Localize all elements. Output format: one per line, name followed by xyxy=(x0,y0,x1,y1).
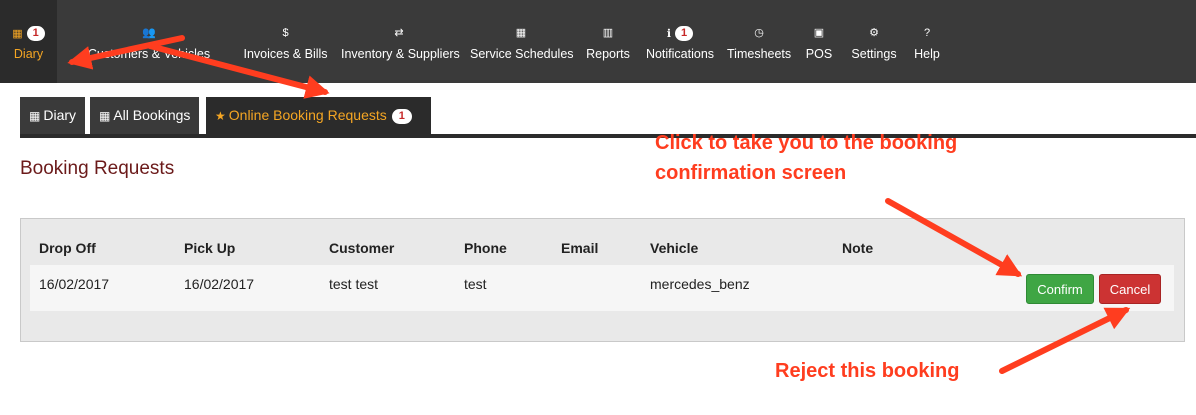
gears-icon: ⚙ xyxy=(869,27,879,39)
nav-pos-label: POS xyxy=(805,47,833,61)
header-customer: Customer xyxy=(329,240,395,256)
nav-pos[interactable]: ▣ POS xyxy=(803,0,835,83)
users-icon: 👥 xyxy=(142,27,156,39)
confirm-button[interactable]: Confirm xyxy=(1026,274,1094,304)
nav-invoices[interactable]: $ Invoices & Bills xyxy=(243,0,328,83)
tab-all-bookings[interactable]: ▦ All Bookings xyxy=(90,97,200,134)
nav-settings-label: Settings xyxy=(851,47,897,61)
nav-invoices-label: Invoices & Bills xyxy=(243,47,328,61)
clock-icon: ◷ xyxy=(754,27,764,39)
cell-pick-up: 16/02/2017 xyxy=(184,276,255,292)
header-note: Note xyxy=(842,240,874,256)
nav-timesheets-label: Timesheets xyxy=(727,47,792,61)
money-icon: ▣ xyxy=(813,27,825,39)
dollar-icon: $ xyxy=(282,27,289,39)
nav-diary[interactable]: ▦ 1 Diary xyxy=(0,0,57,83)
nav-help-label: Help xyxy=(914,47,940,61)
nav-reports[interactable]: ▥ Reports xyxy=(584,0,632,83)
nav-settings[interactable]: ⚙ Settings xyxy=(849,0,899,83)
annotation-confirm-line1: Click to take you to the booking xyxy=(655,132,958,154)
page-title: Booking Requests xyxy=(20,158,175,179)
nav-inventory[interactable]: ⇄ Inventory & Suppliers xyxy=(341,0,460,83)
nav-customers[interactable]: 👥 Customers & Vehicles xyxy=(69,0,229,83)
nav-notifications-badge: 1 xyxy=(675,26,694,41)
nav-reports-label: Reports xyxy=(586,47,630,61)
tab-diary-label: Diary xyxy=(43,107,77,123)
tab-all-bookings-label: All Bookings xyxy=(113,107,191,123)
header-vehicle: Vehicle xyxy=(650,240,699,256)
cell-vehicle: mercedes_benz xyxy=(650,276,750,292)
tab-diary[interactable]: ▦ Diary xyxy=(20,97,86,134)
question-icon: ? xyxy=(923,27,931,39)
top-nav: ▦ 1 Diary 👥 Customers & Vehicles $ Invoic… xyxy=(0,0,1196,83)
cancel-button[interactable]: Cancel xyxy=(1099,274,1161,304)
nav-notifications-label: Notifications xyxy=(645,47,715,61)
nav-timesheets[interactable]: ◷ Timesheets xyxy=(727,0,791,83)
calendar-icon: ▦ xyxy=(99,109,111,123)
header-phone: Phone xyxy=(464,240,507,256)
nav-diary-badge: 1 xyxy=(26,26,45,41)
cell-phone: test xyxy=(464,276,487,292)
tab-online-badge: 1 xyxy=(391,109,412,124)
star-icon: ★ xyxy=(215,109,226,123)
annotation-reject: Reject this booking xyxy=(775,360,960,382)
header-email: Email xyxy=(561,240,599,256)
calendar-icon: ▦ xyxy=(515,27,527,39)
nav-help[interactable]: ? Help xyxy=(911,0,943,83)
nav-customers-label: Customers & Vehicles xyxy=(87,47,211,61)
calendar-icon: ▦ 1 xyxy=(0,26,57,41)
nav-diary-label: Diary xyxy=(13,47,44,61)
header-pick-up: Pick Up xyxy=(184,240,236,256)
tab-online-label: Online Booking Requests xyxy=(228,107,387,123)
annotation-confirm-line2: confirmation screen xyxy=(655,162,847,184)
nav-notifications[interactable]: ℹ1 Notifications xyxy=(645,0,715,83)
header-drop-off: Drop Off xyxy=(39,240,96,256)
retweet-icon: ⇄ xyxy=(394,27,404,39)
cell-drop-off: 16/02/2017 xyxy=(39,276,110,292)
tabs-underline xyxy=(20,134,1196,138)
bar-chart-icon: ▥ xyxy=(602,27,614,39)
nav-schedules-label: Service Schedules xyxy=(470,47,574,61)
nav-schedules[interactable]: ▦ Service Schedules xyxy=(470,0,574,83)
calendar-icon: ▦ xyxy=(29,109,41,123)
info-icon: ℹ1 xyxy=(645,26,715,41)
tab-online-booking-requests[interactable]: ★ Online Booking Requests 1 xyxy=(206,97,431,134)
nav-inventory-label: Inventory & Suppliers xyxy=(341,47,460,61)
cell-customer: test test xyxy=(329,276,379,292)
